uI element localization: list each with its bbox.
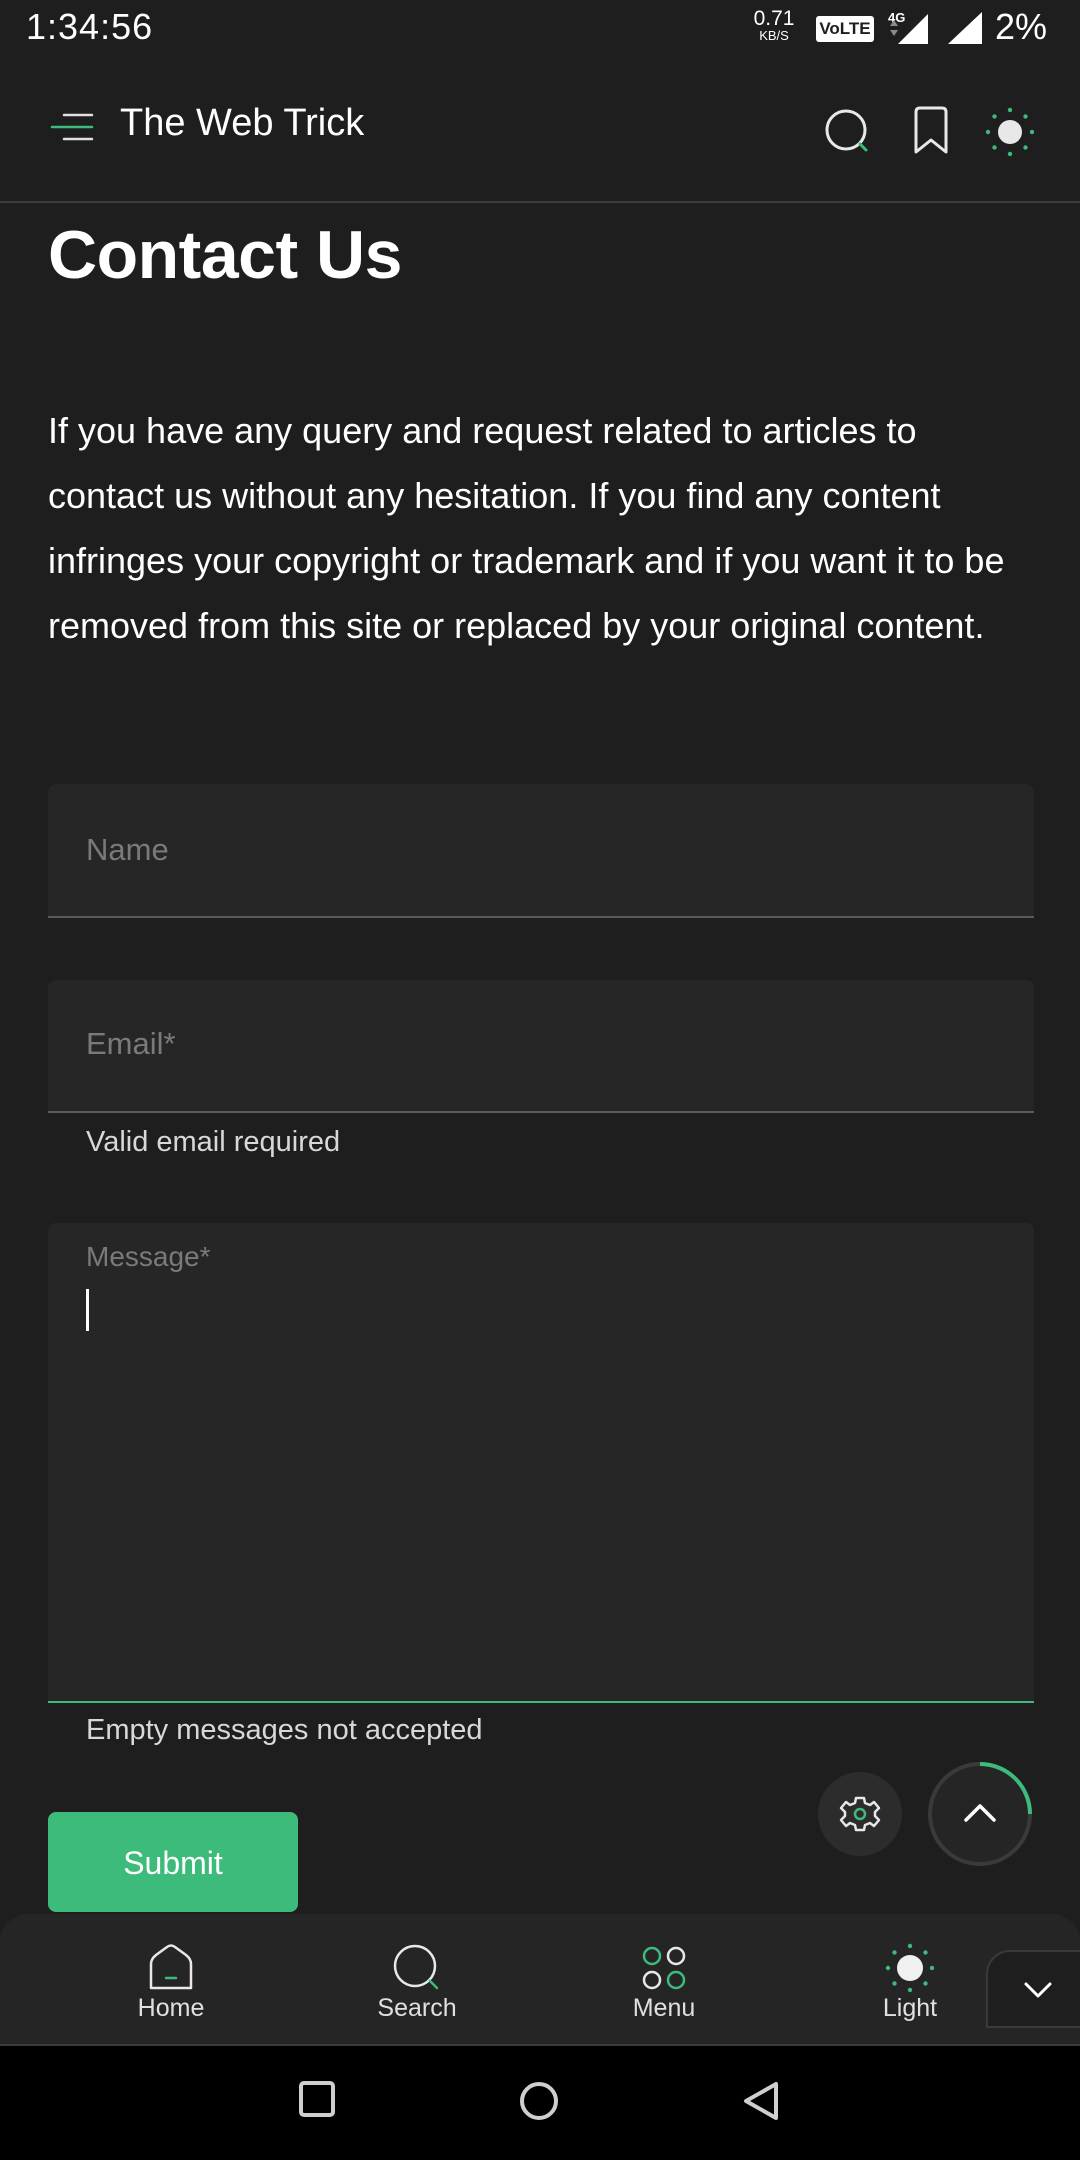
signal-strength-icon <box>890 14 928 44</box>
message-input[interactable] <box>86 1283 986 1673</box>
message-hint: Empty messages not accepted <box>86 1714 483 1746</box>
menu-grid-icon <box>642 1946 686 1990</box>
battery-level: 2% <box>995 6 1048 47</box>
submit-button[interactable]: Submit <box>48 1812 298 1912</box>
nav-item-search[interactable]: Search <box>332 1940 502 2023</box>
network-speed: 0.71 KB/S <box>752 8 796 42</box>
site-title[interactable]: The Web Trick <box>120 102 364 145</box>
network-speed-value: 0.71 <box>753 7 795 30</box>
nav-item-home[interactable]: Home <box>86 1940 256 2023</box>
email-field[interactable] <box>48 980 1034 1113</box>
status-time: 1:34:56 <box>26 6 154 47</box>
sun-icon[interactable] <box>982 104 1038 160</box>
message-label: Message* <box>86 1241 211 1272</box>
chevron-down-icon <box>1024 1982 1052 1998</box>
scroll-to-top-button[interactable] <box>926 1760 1034 1868</box>
nav-menu-label: Menu <box>632 1994 696 2022</box>
system-home-icon[interactable] <box>518 2080 560 2122</box>
menu-icon[interactable] <box>50 112 94 142</box>
intro-paragraph: If you have any query and request relate… <box>48 410 1005 646</box>
message-field[interactable]: Message* <box>48 1223 1034 1703</box>
search-icon <box>393 1944 439 1990</box>
back-icon[interactable] <box>740 2080 782 2122</box>
nav-item-menu[interactable]: Menu <box>579 1940 749 2023</box>
name-input[interactable] <box>86 830 986 870</box>
nav-light-label: Light <box>882 1994 938 2022</box>
nav-item-light[interactable]: Light <box>825 1940 995 2023</box>
bookmark-icon[interactable] <box>906 104 956 160</box>
nav-search-label: Search <box>377 1994 457 2022</box>
settings-gear-icon[interactable] <box>818 1772 902 1856</box>
signal-strength-icon-2 <box>948 12 982 44</box>
page-title: Contact Us <box>48 217 402 293</box>
name-field[interactable] <box>48 784 1034 918</box>
search-icon[interactable] <box>820 104 876 160</box>
nav-home-label: Home <box>137 1994 205 2022</box>
volte-badge: VoLTE <box>816 16 874 42</box>
sun-icon <box>885 1943 935 1993</box>
collapse-nav-button[interactable] <box>986 1950 1080 2028</box>
email-hint: Valid email required <box>86 1126 341 1158</box>
recent-apps-icon[interactable] <box>298 2080 336 2118</box>
home-icon <box>149 1944 193 1990</box>
network-speed-unit: KB/S <box>759 28 789 43</box>
email-input[interactable] <box>86 1024 986 1064</box>
